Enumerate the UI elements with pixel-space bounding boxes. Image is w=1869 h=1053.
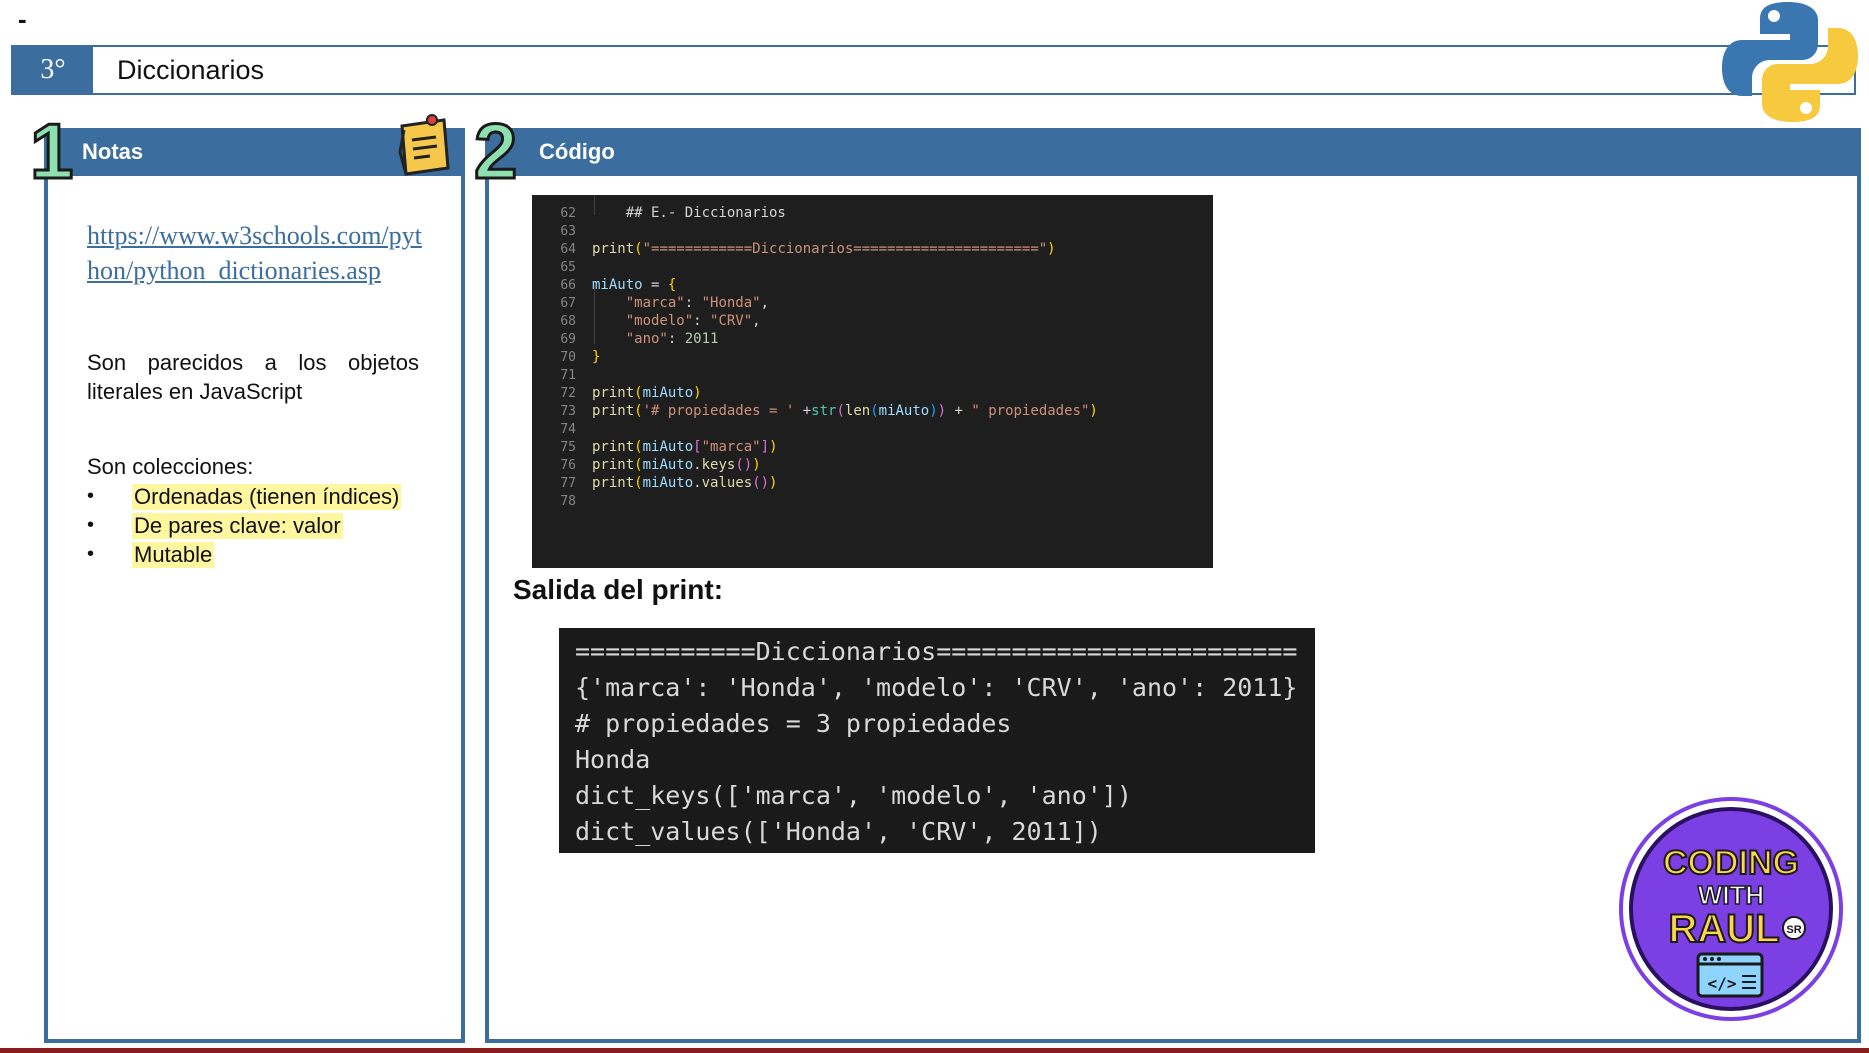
python-logo-icon — [1722, 2, 1858, 122]
code-line: 67 "marca": "Honda", — [560, 295, 770, 311]
coding-with-raul-logo: CODING WITH RAUL SR </> — [1619, 797, 1843, 1021]
output-line: Honda — [575, 745, 651, 774]
notes-paragraph: Son parecidos a los objetos literales en… — [87, 350, 419, 404]
output-line: # propiedades = 3 propiedades — [575, 709, 1012, 738]
w3schools-link[interactable]: https://www.w3schools.com/python/python_… — [87, 218, 427, 288]
badge-line-2: WITH — [1698, 880, 1764, 910]
output-label: Salida del print: — [513, 574, 724, 605]
code-line: 65 — [560, 260, 576, 275]
code-line: 70} — [560, 349, 601, 365]
notes-list-heading: Son colecciones: — [87, 454, 254, 479]
code-line: 77 print(miAuto.values()) — [560, 475, 778, 491]
code-editor: 62 ## E.- Diccionarios 63 64 print("=====… — [532, 195, 1213, 568]
badge-line-3: RAUL — [1668, 907, 1779, 951]
code-line: 66 miAuto = { — [560, 277, 677, 293]
bullet: • — [87, 543, 95, 565]
badge-line-1: CODING — [1663, 844, 1799, 882]
bullet: • — [87, 514, 95, 536]
code-line: 71 — [560, 368, 576, 383]
code-panel-header: Código — [485, 128, 1861, 176]
code-line: 68 "modelo": "CRV", — [560, 313, 761, 329]
code-line: 76 print(miAuto.keys()) — [560, 457, 761, 473]
slide-number: 3° — [13, 47, 93, 93]
code-line: 75 print(miAuto["marca"]) — [560, 439, 778, 455]
console-output: ============Diccionarios================… — [559, 628, 1315, 853]
code-window-icon: </> — [1696, 952, 1764, 998]
svg-text:</>: </> — [1708, 974, 1737, 993]
top-dash: - — [18, 4, 27, 34]
code-line: 69 "ano": 2011 — [560, 331, 719, 347]
list-item: • Ordenadas (tienen índices) — [87, 482, 402, 511]
slide-header: 3° Diccionarios — [11, 45, 1856, 95]
list-item-text: Ordenadas (tienen índices) — [132, 483, 402, 510]
list-item: • Mutable — [87, 540, 401, 569]
code-line: 73 print('# propiedades = ' +str(len(miAu… — [560, 403, 1098, 419]
notes-list: • Ordenadas (tienen índices) • De pares cl… — [87, 482, 402, 569]
section-number-2: 2 — [472, 107, 518, 195]
badge-tag: SR — [1786, 924, 1801, 936]
memo-note-icon — [398, 114, 450, 176]
list-item-text: De pares clave: valor — [132, 512, 343, 539]
output-line: {'marca': 'Honda', 'modelo': 'CRV', 'ano… — [575, 673, 1298, 702]
bullet: • — [87, 485, 95, 507]
output-line: dict_keys(['marca', 'modelo', 'ano']) — [575, 781, 1132, 810]
code-line: 72 print(miAuto) — [560, 385, 702, 401]
code-title: Código — [539, 139, 615, 164]
bottom-accent-bar — [0, 1048, 1869, 1053]
code-line: 62 ## E.- Diccionarios — [560, 205, 786, 221]
output-line: dict_values(['Honda', 'CRV', 2011]) — [575, 817, 1102, 846]
code-line: 78 — [560, 494, 576, 509]
code-line: 74 — [560, 422, 576, 437]
list-item-text: Mutable — [132, 541, 215, 568]
slide-title: Diccionarios — [117, 54, 265, 85]
code-line: 63 — [560, 224, 576, 239]
notes-title: Notas — [82, 139, 144, 164]
section-number-1: 1 — [28, 107, 74, 195]
code-line: 64 print("============Diccionarios=======… — [560, 241, 1056, 257]
output-line: ============Diccionarios================… — [575, 637, 1298, 666]
list-item: • De pares clave: valor — [87, 511, 401, 540]
